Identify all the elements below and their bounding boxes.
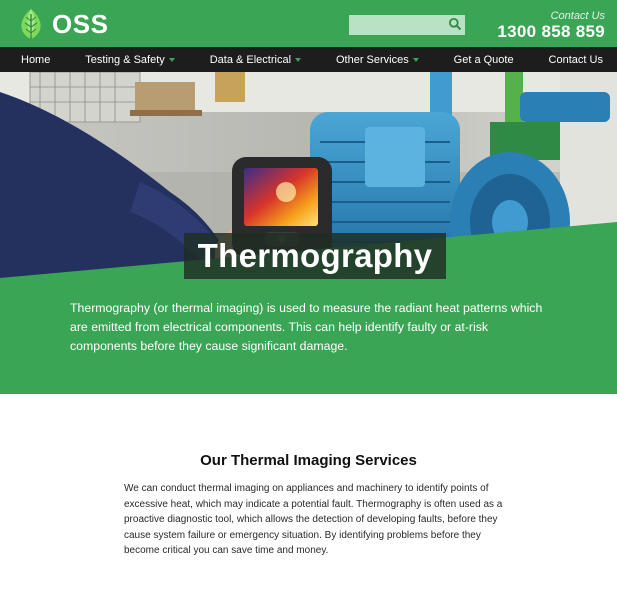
nav-item-contact-us[interactable]: Contact Us (549, 54, 603, 66)
nav-item-label: Data & Electrical (209, 53, 292, 66)
nav-item-home[interactable]: Home (21, 54, 50, 66)
hero-description: Thermography (or thermal imaging) is use… (70, 301, 543, 353)
contact-phone[interactable]: 1300 858 859 (475, 22, 605, 42)
nav-item-label: Get a Quote (453, 53, 514, 66)
contact-block[interactable]: Contact Us 1300 858 859 (475, 10, 605, 42)
main-nav: Home Testing & Safety Data & Electrical … (0, 47, 617, 72)
nav-item-label: Other Services (335, 53, 409, 66)
nav-item-label: Testing & Safety (85, 53, 165, 66)
caret-down-icon (412, 57, 419, 62)
leaf-icon (21, 9, 41, 39)
site-header: OSS Contact Us 1300 858 859 (0, 0, 617, 47)
caret-down-icon (295, 57, 302, 62)
nav-item-label: Home (21, 53, 51, 66)
logo-text: OSS (52, 8, 109, 39)
logo[interactable]: OSS (18, 7, 110, 41)
nav-item-get-a-quote[interactable]: Get a Quote (454, 54, 514, 66)
nav-item-data-electrical[interactable]: Data & Electrical (209, 53, 302, 66)
nav-item-other-services[interactable]: Other Services (336, 54, 419, 66)
page-title: Thermography (184, 233, 446, 279)
nav-item-label: Contact Us (548, 53, 603, 66)
contact-label: Contact Us (550, 10, 605, 22)
services-heading: Our Thermal Imaging Services (200, 452, 417, 469)
caret-down-icon (168, 57, 175, 62)
hero-section: Thermography Thermography (or thermal im… (0, 72, 617, 394)
services-description: We can conduct thermal imaging on applia… (124, 483, 503, 556)
nav-item-testing-safety[interactable]: Testing & Safety (85, 54, 175, 66)
search-icon[interactable] (448, 17, 462, 31)
